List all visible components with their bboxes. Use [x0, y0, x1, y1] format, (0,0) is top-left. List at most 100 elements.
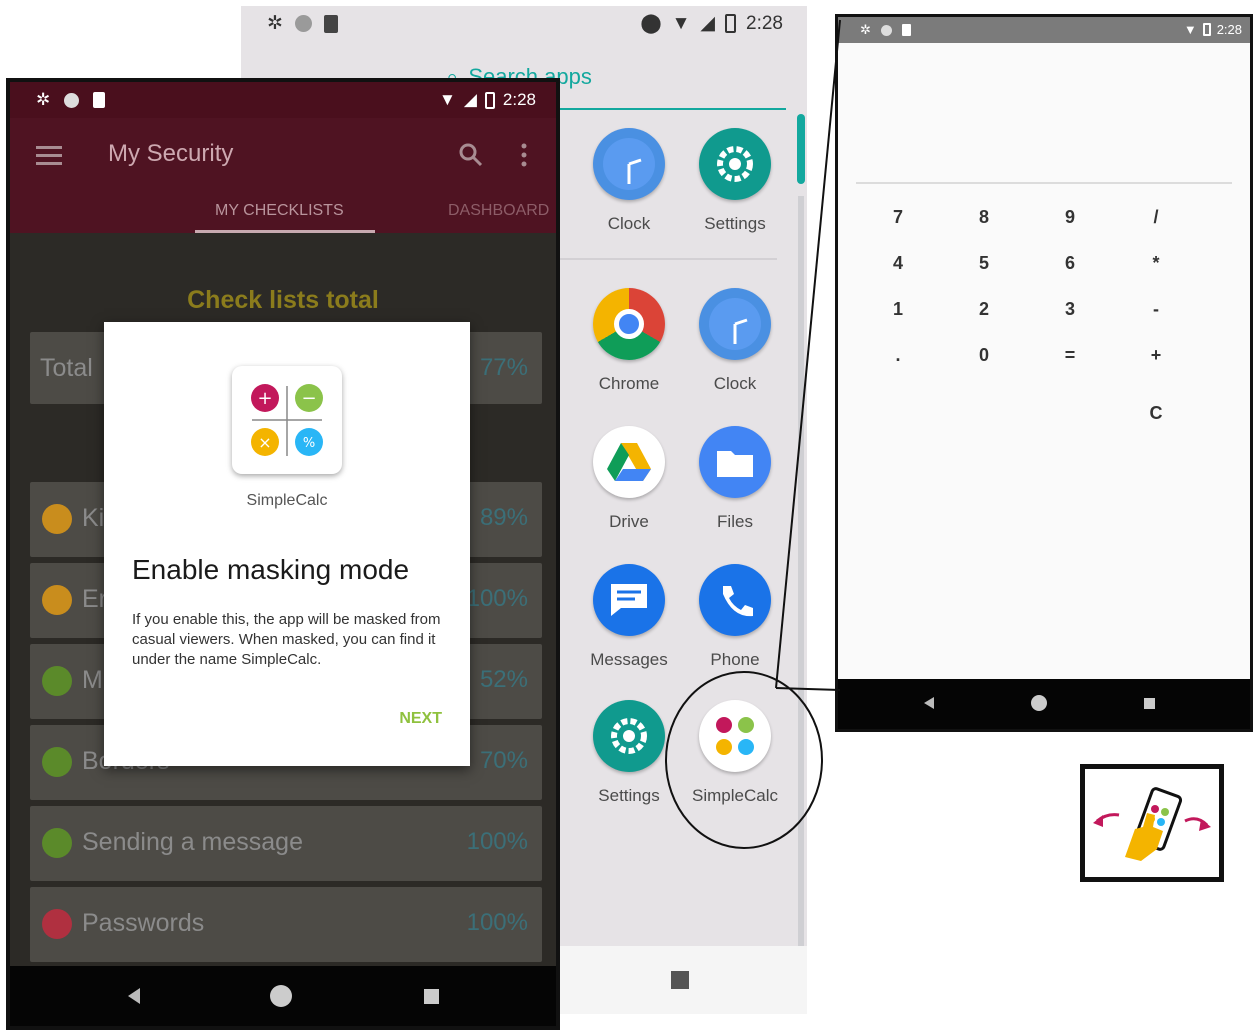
calculator-phone: ✲ ▼ 2:28 7 8 9 / 4 5 6 * 1 2 3 - . 0 = +…: [835, 14, 1253, 732]
checklist-label: Ki: [82, 504, 105, 532]
shake-phone-icon: [1093, 787, 1211, 861]
key-9[interactable]: 9: [1050, 207, 1090, 228]
key-clear[interactable]: C: [1136, 403, 1176, 424]
app-bar: My Security MY CHECKLISTS DASHBOARD: [10, 118, 556, 233]
key-6[interactable]: 6: [1050, 253, 1090, 274]
progress-icon: [42, 666, 72, 696]
tab-dashboard[interactable]: DASHBOARD: [448, 202, 549, 220]
status-time: 2:28: [1216, 22, 1242, 37]
key-5[interactable]: 5: [964, 253, 1004, 274]
status-time: 2:28: [746, 12, 783, 34]
recents-button[interactable]: [1144, 698, 1155, 709]
checklist-value: 52%: [479, 666, 528, 693]
gear-icon: ✲: [36, 90, 51, 109]
battery-icon: [1202, 23, 1211, 36]
folder-icon: [699, 426, 771, 498]
calculator-screen: ✲ ▼ 2:28 7 8 9 / 4 5 6 * 1 2 3 - . 0 = +…: [838, 17, 1250, 729]
progress-icon: [42, 504, 72, 534]
progress-icon: [42, 585, 72, 615]
checklist-value: 100%: [466, 909, 528, 936]
masking-mode-dialog: + − × % SimpleCalc Enable masking mode I…: [104, 322, 470, 766]
home-button[interactable]: [1031, 695, 1047, 711]
sd-card-icon: [323, 14, 338, 33]
status-time: 2:28: [502, 90, 536, 109]
svg-text:−: −: [301, 388, 316, 409]
message-icon: [593, 564, 665, 636]
clock-icon: [699, 288, 771, 360]
checklist-value: 89%: [479, 504, 528, 531]
section-divider: [559, 258, 777, 260]
app-label: Files: [717, 512, 753, 531]
app-chrome[interactable]: Chrome: [574, 288, 684, 394]
svg-text:%: %: [303, 436, 315, 451]
dialog-body: If you enable this, the app will be mask…: [132, 611, 441, 668]
more-options-icon[interactable]: [520, 142, 528, 168]
progress-icon: [42, 909, 72, 939]
simplecalc-icon: [699, 700, 771, 772]
gear-icon: ✲: [267, 13, 283, 34]
signal-icon: ◢: [700, 13, 716, 34]
my-security-screen: ✲ ▼ ◢ 2:28 My Security MY CHECKLISTS DAS…: [10, 82, 556, 1026]
key-8[interactable]: 8: [964, 207, 1004, 228]
app-clock[interactable]: Clock: [574, 128, 684, 234]
drive-icon: [593, 426, 665, 498]
dialog-app-name: SimpleCalc: [246, 492, 328, 509]
menu-icon[interactable]: [36, 146, 62, 166]
progress-icon: [42, 747, 72, 777]
next-button[interactable]: NEXT: [399, 710, 442, 728]
phone-icon: [699, 564, 771, 636]
checklist-label: Sending a message: [82, 828, 303, 856]
back-button[interactable]: [128, 988, 140, 1004]
key-equals[interactable]: =: [1050, 345, 1090, 366]
app-phone[interactable]: Phone: [680, 564, 790, 670]
app-settings[interactable]: Settings: [680, 128, 790, 234]
app-clock-2[interactable]: Clock: [680, 288, 790, 394]
key-7[interactable]: 7: [878, 207, 918, 228]
app-label: Drive: [609, 512, 649, 531]
key-1[interactable]: 1: [878, 299, 918, 320]
key-3[interactable]: 3: [1050, 299, 1090, 320]
recents-button[interactable]: [671, 971, 689, 989]
wifi-icon: ▼: [1183, 22, 1197, 37]
total-label: Total: [40, 354, 93, 382]
battery-icon: [725, 14, 737, 33]
app-label: Settings: [704, 214, 766, 233]
checklist-item[interactable]: Sending a message 100%: [30, 806, 542, 881]
signal-icon: ◢: [463, 90, 477, 109]
progress-icon: [42, 828, 72, 858]
sd-card-icon: [93, 92, 106, 108]
app-simplecalc[interactable]: SimpleCalc: [680, 700, 790, 806]
scrollbar-thumb[interactable]: [797, 114, 805, 184]
gear-icon: [699, 128, 771, 200]
location-icon: ⬤: [640, 13, 662, 34]
key-divide[interactable]: /: [1136, 207, 1176, 228]
app-settings-2[interactable]: Settings: [574, 700, 684, 806]
key-decimal[interactable]: .: [878, 345, 918, 366]
page-title: My Security: [108, 140, 234, 167]
key-0[interactable]: 0: [964, 345, 1004, 366]
app-messages[interactable]: Messages: [574, 564, 684, 670]
app-drive[interactable]: Drive: [574, 426, 684, 532]
key-plus[interactable]: +: [1136, 345, 1176, 366]
tab-my-checklists[interactable]: MY CHECKLISTS: [215, 202, 344, 220]
key-minus[interactable]: -: [1136, 299, 1176, 320]
checklist-label: M: [82, 666, 103, 694]
home-button[interactable]: [270, 985, 292, 1007]
total-value: 77%: [479, 354, 528, 381]
battery-icon: [484, 91, 495, 109]
key-2[interactable]: 2: [964, 299, 1004, 320]
recents-button[interactable]: [424, 989, 439, 1004]
back-button[interactable]: [924, 697, 934, 709]
navigation-bar: [10, 966, 556, 1026]
checklist-label: Passwords: [82, 909, 205, 937]
key-4[interactable]: 4: [878, 253, 918, 274]
sd-card-icon: [901, 24, 911, 36]
app-files[interactable]: Files: [680, 426, 790, 532]
key-multiply[interactable]: *: [1136, 253, 1176, 274]
simplecalc-logo: + − × %: [232, 366, 342, 474]
status-bar: ✲ ▼ ◢ 2:28: [10, 82, 556, 118]
search-icon[interactable]: [458, 142, 484, 168]
chrome-icon: [593, 288, 665, 360]
app-label: Chrome: [598, 374, 660, 393]
checklist-item[interactable]: Passwords 100%: [30, 887, 542, 962]
